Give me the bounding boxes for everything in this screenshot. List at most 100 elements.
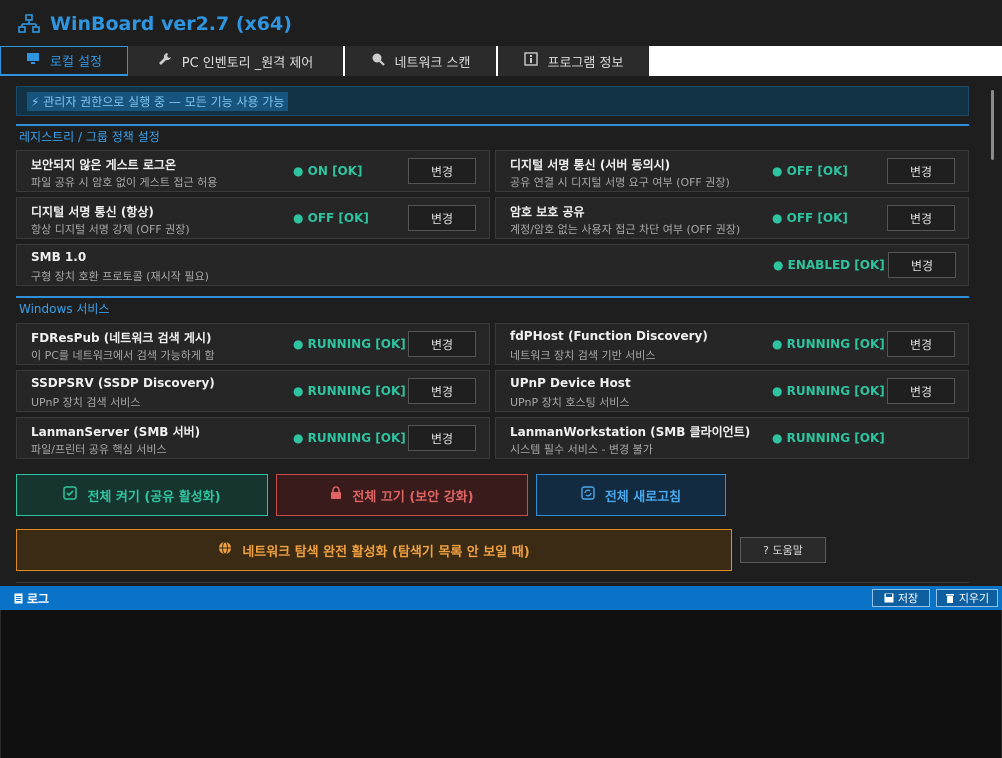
section-header-services: Windows 서비스 [16,296,969,318]
status-badge: ● ON [OK] [293,164,363,178]
change-button[interactable]: 변경 [408,378,476,404]
log-icon [14,593,23,607]
setting-name: 디지털 서명 통신 (항상) [31,205,154,219]
tab-bar: 로컬 설정 PC 인벤토리 _원격 제어 네트워크 스캔 프로그램 정보 [0,46,1002,76]
tab-local-settings[interactable]: 로컬 설정 [0,46,128,76]
tab-label: 네트워크 스캔 [394,55,471,71]
change-button[interactable]: 변경 [408,331,476,357]
setting-card-guest-logon: 보안되지 않은 게스트 로그온 파일 공유 시 암호 없이 게스트 접근 허용 … [16,150,490,192]
log-title: 로그 [14,590,49,607]
setting-card-sign-server: 디지털 서명 통신 (서버 동의시) 공유 연결 시 디지털 서명 요구 여부 … [495,150,969,192]
setting-name: SMB 1.0 [31,250,87,264]
app-title: WinBoard ver2.7 (x64) [50,13,292,35]
setting-desc: 구형 장치 호환 프로토콜 (재시작 필요) [31,270,209,283]
status-badge: ● RUNNING [OK] [293,431,406,445]
service-card-lanmanserver: LanmanServer (SMB 서버) 파일/프린터 공유 핵심 서비스 ●… [16,417,490,459]
wrench-icon [158,52,172,70]
setting-name: 디지털 서명 통신 (서버 동의시) [510,158,671,172]
button-label: 전체 켜기 (공유 활성화) [87,489,221,505]
save-icon [884,593,894,603]
log-header: 로그 저장 지우기 [0,586,1002,610]
change-button[interactable]: 변경 [408,158,476,184]
service-desc: UPnP 장치 검색 서비스 [31,396,141,409]
save-log-button[interactable]: 저장 [872,589,930,607]
info-icon [523,52,538,70]
status-badge: ● OFF [OK] [772,211,848,225]
log-title-text: 로그 [27,592,50,606]
divider [16,582,969,583]
monitor-icon [26,52,40,69]
setting-card-smb1: SMB 1.0 구형 장치 호환 프로토콜 (재시작 필요) ● ENABLED… [16,244,969,286]
checkbox-icon [63,486,78,504]
refresh-icon [581,486,595,504]
status-badge: ● RUNNING [OK] [293,384,406,398]
service-desc: 네트워크 장치 검색 기반 서비스 [510,349,656,362]
setting-card-sign-always: 디지털 서명 통신 (항상) 항상 디지털 서명 강제 (OFF 권장) ● O… [16,197,490,239]
service-name: SSDPSRV (SSDP Discovery) [31,376,215,390]
local-settings-panel: ⚡ 관리자 권한으로 실행 중 — 모든 기능 사용 가능 레지스트리 / 그룹… [0,76,1002,586]
tab-label: 로컬 설정 [50,55,102,70]
search-icon [371,52,385,70]
setting-name: 암호 보호 공유 [510,205,585,219]
change-button[interactable]: 변경 [408,205,476,231]
change-button[interactable]: 변경 [887,331,955,357]
service-card-fdrespub: FDResPub (네트워크 검색 게시) 이 PC를 네트워크에서 검색 가능… [16,323,490,365]
service-card-ssdpsrv: SSDPSRV (SSDP Discovery) UPnP 장치 검색 서비스 … [16,370,490,412]
change-button[interactable]: 변경 [888,252,956,278]
vertical-scrollbar[interactable] [987,84,997,584]
button-label: 지우기 [958,592,990,605]
enable-all-button[interactable]: 전체 켜기 (공유 활성화) [16,474,268,516]
lock-icon [330,486,342,504]
tab-label: 프로그램 정보 [547,55,624,71]
section-header-registry: 레지스트리 / 그룹 정책 설정 [16,124,969,146]
service-desc: 파일/프린터 공유 핵심 서비스 [31,443,167,456]
status-badge: ● OFF [OK] [293,211,369,225]
status-badge: ● RUNNING [OK] [772,384,885,398]
setting-desc: 공유 연결 시 디지털 서명 요구 여부 (OFF 권장) [510,176,730,189]
clear-log-button[interactable]: 지우기 [936,589,998,607]
button-label: 전체 새로고침 [604,489,682,505]
log-output[interactable] [0,610,1002,758]
service-desc: 이 PC를 네트워크에서 검색 가능하게 함 [31,349,215,362]
button-label: 네트워크 탐색 완전 활성화 (탐색기 목록 안 보일 때) [242,544,530,560]
service-card-upnphost: UPnP Device Host UPnP 장치 호스팅 서비스 ● RUNNI… [495,370,969,412]
service-card-lanmanworkstation: LanmanWorkstation (SMB 클라이언트) 시스템 필수 서비스… [495,417,969,459]
status-badge: ● RUNNING [OK] [772,337,885,351]
setting-name: 보안되지 않은 게스트 로그온 [31,158,177,172]
status-badge: ● RUNNING [OK] [293,337,406,351]
admin-banner-text: ⚡ 관리자 권한으로 실행 중 — 모든 기능 사용 가능 [27,91,289,111]
service-name: LanmanWorkstation (SMB 클라이언트) [510,425,751,439]
title-bar: WinBoard ver2.7 (x64) [0,0,1002,48]
network-icon [18,13,40,35]
service-name: fdPHost (Function Discovery) [510,329,708,343]
change-button[interactable]: 변경 [887,158,955,184]
service-name: UPnP Device Host [510,376,631,390]
setting-desc: 항상 디지털 서명 강제 (OFF 권장) [31,223,190,236]
change-button[interactable]: 변경 [408,425,476,451]
tab-label: PC 인벤토리 _원격 제어 [181,55,314,71]
refresh-all-button[interactable]: 전체 새로고침 [536,474,726,516]
status-badge: ● ENABLED [OK] [773,258,885,272]
service-card-fdphost: fdPHost (Function Discovery) 네트워크 장치 검색 … [495,323,969,365]
service-desc: UPnP 장치 호스팅 서비스 [510,396,630,409]
globe-icon [218,541,232,559]
change-button[interactable]: 변경 [887,378,955,404]
tab-program-info[interactable]: 프로그램 정보 [498,46,649,76]
service-name: LanmanServer (SMB 서버) [31,425,201,439]
help-button[interactable]: ? 도움말 [740,537,826,563]
status-badge: ● RUNNING [OK] [772,431,885,445]
button-label: 저장 [897,592,919,605]
status-badge: ● OFF [OK] [772,164,848,178]
change-button[interactable]: 변경 [887,205,955,231]
network-discovery-button[interactable]: 네트워크 탐색 완전 활성화 (탐색기 목록 안 보일 때) [16,529,732,571]
admin-banner: ⚡ 관리자 권한으로 실행 중 — 모든 기능 사용 가능 [16,86,969,116]
setting-desc: 파일 공유 시 암호 없이 게스트 접근 허용 [31,176,218,189]
button-label: 전체 끄기 (보안 강화) [352,489,474,505]
service-name: FDResPub (네트워크 검색 게시) [31,331,212,345]
disable-all-button[interactable]: 전체 끄기 (보안 강화) [276,474,528,516]
scroll-thumb[interactable] [991,90,994,160]
tab-network-scan[interactable]: 네트워크 스캔 [345,46,496,76]
setting-card-password-share: 암호 보호 공유 계정/암호 없는 사용자 접근 차단 여부 (OFF 권장) … [495,197,969,239]
service-desc: 시스템 필수 서비스 - 변경 불가 [510,443,653,456]
tab-pc-inventory[interactable]: PC 인벤토리 _원격 제어 [128,46,343,76]
